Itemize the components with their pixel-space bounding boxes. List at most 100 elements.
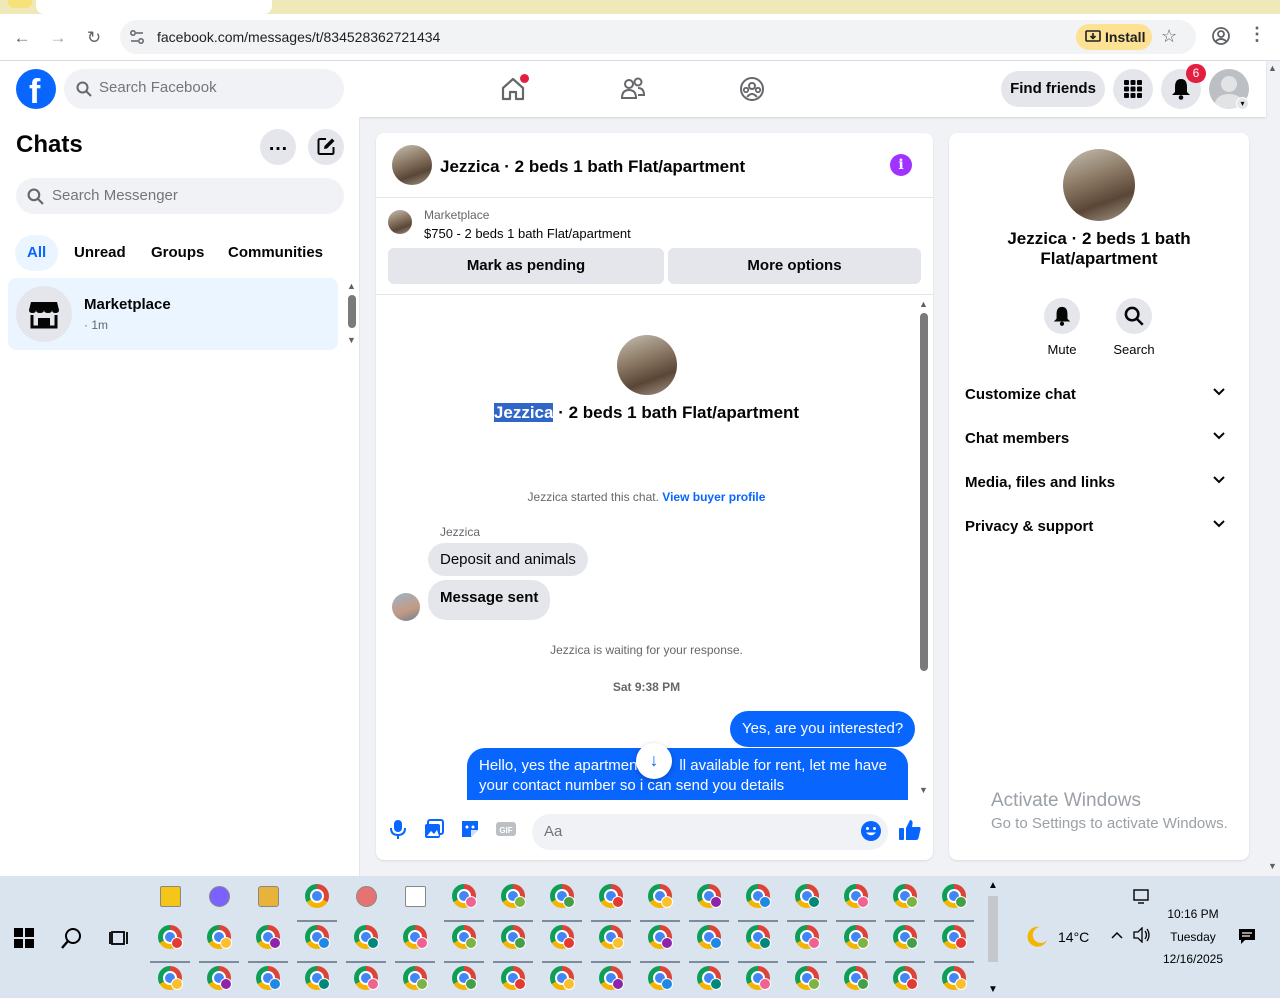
facebook-search-input[interactable] [99,79,329,96]
find-friends-button[interactable]: Find friends [1001,71,1105,107]
chrome-profile-window-icon[interactable] [738,884,778,922]
network-icon[interactable] [1133,889,1151,905]
bookmark-star-icon[interactable]: ☆ [1161,26,1177,47]
gif-icon[interactable]: GIF [495,818,517,840]
message-text-field[interactable] [544,823,844,840]
forward-icon[interactable]: → [46,26,70,50]
chrome-profile-window-icon[interactable] [689,884,729,922]
chrome-profile-window-icon[interactable] [158,966,184,992]
taskbar-scrollbar-thumb[interactable] [988,896,998,962]
filter-communities[interactable]: Communities [216,235,335,271]
chrome-profile-window-icon[interactable] [934,884,974,922]
chrome-profile-window-icon[interactable] [199,925,239,963]
listing-title[interactable]: $750 - 2 beds 1 bath Flat/apartment [424,226,631,241]
taskbar-scrollbar[interactable]: ▲ ▼ [986,880,1000,996]
menu-button[interactable] [1113,69,1153,109]
chrome-profile-window-icon[interactable] [444,925,484,963]
chrome-profile-window-icon[interactable] [836,884,876,922]
browser-menu-icon[interactable]: ⋮ [1248,24,1266,45]
chrome-profile-window-icon[interactable] [207,966,233,992]
chat-list-item[interactable]: Marketplace · 1m [8,278,338,350]
account-chevron-icon[interactable]: ▾ [1236,97,1249,110]
scroll-down-arrow-icon[interactable]: ▼ [919,785,928,795]
chrome-profile-window-icon[interactable] [591,925,631,963]
filter-all[interactable]: All [15,235,59,271]
messenger-search[interactable] [16,178,344,214]
chrome-profile-window-icon[interactable] [493,884,533,922]
chevron-up-icon[interactable] [1111,931,1123,939]
new-message-button[interactable] [308,129,344,165]
reload-icon[interactable]: ↻ [82,26,106,50]
chrome-profile-window-icon[interactable] [934,925,974,963]
sticker-icon[interactable] [459,818,481,840]
thumbs-up-icon[interactable] [898,818,922,842]
privacy-support-section[interactable]: Privacy & support [965,512,1233,542]
chrome-profile-window-icon[interactable] [885,884,925,922]
taskbar-search-icon[interactable] [60,926,84,950]
filter-groups[interactable]: Groups [139,235,216,271]
outgoing-message[interactable]: Hello, yes the apartmen ll available for … [467,748,908,800]
moon-weather-icon[interactable] [1025,924,1049,948]
chat-members-section[interactable]: Chat members [965,424,1233,454]
details-avatar[interactable] [1063,149,1135,221]
chrome-profile-window-icon[interactable] [689,925,729,963]
browser-tab[interactable] [36,0,272,14]
site-settings-icon[interactable] [129,29,145,45]
chrome-profile-window-icon[interactable] [550,966,576,992]
chats-options-button[interactable]: … [260,129,296,165]
file-explorer-icon[interactable] [256,884,282,910]
microphone-icon[interactable] [387,818,409,840]
chrome-icon[interactable] [297,884,337,922]
back-icon[interactable]: ← [10,26,34,50]
volume-icon[interactable] [1133,927,1151,943]
message-input[interactable] [532,814,888,850]
chrome-profile-window-icon[interactable] [942,966,968,992]
chrome-profile-window-icon[interactable] [542,925,582,963]
chrome-profile-window-icon[interactable] [599,966,625,992]
scroll-down-arrow-icon[interactable]: ▼ [1268,861,1277,871]
more-options-button[interactable]: More options [668,248,921,284]
chrome-profile-window-icon[interactable] [787,925,827,963]
chrome-profile-window-icon[interactable] [297,925,337,963]
chrome-profile-window-icon[interactable] [640,925,680,963]
customize-chat-section[interactable]: Customize chat [965,380,1233,410]
chrome-profile-window-icon[interactable] [395,925,435,963]
scroll-up-arrow-icon[interactable]: ▲ [1268,63,1277,73]
sticky-notes-icon[interactable] [158,884,184,910]
clock-day[interactable]: Tuesday [1163,930,1223,944]
scroll-up-arrow-icon[interactable]: ▲ [919,299,928,309]
conversation-info-icon[interactable]: i [890,154,912,176]
chrome-profile-window-icon[interactable] [844,966,870,992]
scroll-down-arrow-icon[interactable]: ▼ [988,984,998,995]
snipping-tool-icon[interactable] [354,884,380,910]
chrome-profile-window-icon[interactable] [648,966,674,992]
conversation-title[interactable]: Jezzica · 2 beds 1 bath Flat/apartment [440,157,745,177]
outgoing-message[interactable]: Yes, are you interested? [730,711,916,747]
chrome-profile-window-icon[interactable] [403,966,429,992]
facebook-logo[interactable]: f [16,69,56,111]
clock-date[interactable]: 12/16/2025 [1157,952,1229,966]
chrome-profile-window-icon[interactable] [542,884,582,922]
weather-temperature[interactable]: 14°C [1058,929,1089,945]
url-text[interactable]: facebook.com/messages/t/834528362721434 [157,29,440,45]
scroll-down-arrow-icon[interactable]: ▼ [347,335,356,345]
mute-button[interactable]: Mute [1027,298,1097,357]
emoji-icon[interactable] [860,820,882,842]
chrome-profile-window-icon[interactable] [697,966,723,992]
browser-profile-icon[interactable] [1211,26,1231,46]
chrome-profile-window-icon[interactable] [738,925,778,963]
copilot-icon[interactable] [207,884,233,910]
scroll-up-arrow-icon[interactable]: ▲ [347,281,356,291]
conversation-avatar[interactable] [392,145,432,185]
media-files-links-section[interactable]: Media, files and links [965,468,1233,498]
address-bar[interactable]: facebook.com/messages/t/834528362721434 … [120,20,1196,54]
install-app-button[interactable]: Install [1076,24,1152,50]
facebook-search[interactable] [64,69,344,109]
chrome-profile-window-icon[interactable] [640,884,680,922]
clock-time[interactable]: 10:16 PM [1163,907,1223,921]
chrome-profile-window-icon[interactable] [493,925,533,963]
filter-unread[interactable]: Unread [62,235,138,271]
messenger-search-input[interactable] [52,187,332,204]
mark-as-pending-button[interactable]: Mark as pending [388,248,664,284]
chrome-profile-window-icon[interactable] [452,966,478,992]
